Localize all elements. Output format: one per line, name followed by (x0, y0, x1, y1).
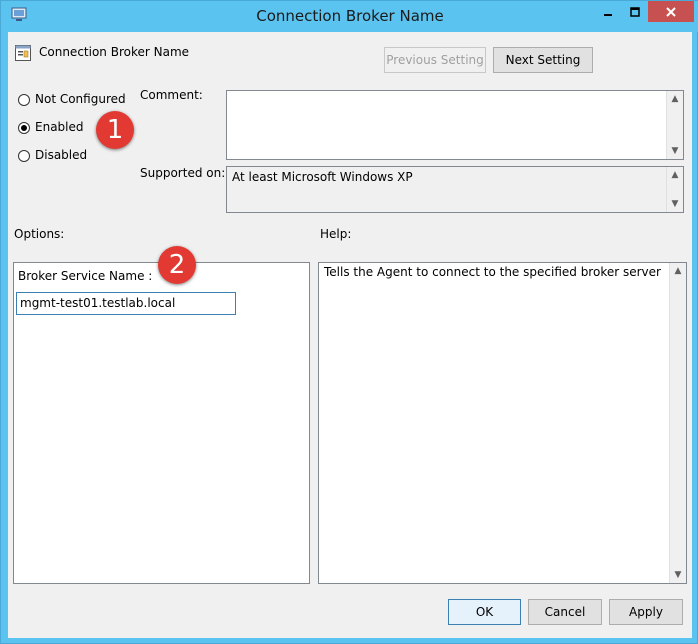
scroll-down-icon[interactable]: ▼ (667, 143, 683, 159)
close-icon (666, 6, 676, 17)
previous-setting-button[interactable]: Previous Setting (384, 47, 486, 73)
supported-on-value: At least Microsoft Windows XP (232, 170, 413, 184)
annotation-badge-1: 1 (96, 111, 134, 149)
scroll-up-icon[interactable]: ▲ (667, 167, 683, 183)
minimize-button[interactable] (594, 1, 621, 22)
maximize-button[interactable] (621, 1, 648, 22)
ok-button[interactable]: OK (448, 599, 521, 625)
cancel-button[interactable]: Cancel (528, 599, 602, 625)
scroll-up-icon[interactable]: ▲ (667, 91, 683, 107)
title-bar[interactable]: Connection Broker Name (1, 1, 698, 32)
minimize-icon (603, 13, 612, 16)
supported-scrollbar[interactable]: ▲ ▼ (666, 167, 683, 212)
close-button[interactable] (648, 1, 694, 22)
enabled-label[interactable]: Enabled (35, 120, 84, 134)
comment-value (227, 91, 683, 97)
help-label: Help: (320, 227, 352, 241)
broker-service-name-input[interactable]: mgmt-test01.testlab.local (16, 292, 236, 315)
policy-name: Connection Broker Name (39, 45, 190, 59)
disabled-label[interactable]: Disabled (35, 148, 87, 162)
enabled-radio[interactable] (18, 122, 30, 134)
dialog-body: Connection Broker Name Previous Setting … (8, 32, 692, 638)
maximize-icon (629, 6, 640, 17)
scroll-down-icon[interactable]: ▼ (667, 196, 683, 212)
not-configured-radio[interactable] (18, 94, 30, 106)
policy-setting-icon (15, 45, 31, 61)
not-configured-label[interactable]: Not Configured (35, 92, 126, 106)
comment-label: Comment: (140, 88, 203, 102)
scroll-up-icon[interactable]: ▲ (670, 263, 686, 279)
help-text: Tells the Agent to connect to the specif… (324, 265, 661, 279)
comment-textarea[interactable]: ▲ ▼ (226, 90, 684, 160)
help-scrollbar[interactable]: ▲ ▼ (669, 263, 686, 583)
next-setting-button[interactable]: Next Setting (493, 47, 593, 73)
comment-scrollbar[interactable]: ▲ ▼ (666, 91, 683, 159)
scroll-down-icon[interactable]: ▼ (670, 567, 686, 583)
help-pane: Tells the Agent to connect to the specif… (318, 262, 687, 584)
supported-on-label: Supported on: (140, 166, 226, 180)
annotation-badge-2: 2 (158, 246, 196, 284)
policy-dialog: Connection Broker Name Connection Broker… (0, 0, 698, 644)
supported-on-box: At least Microsoft Windows XP ▲ ▼ (226, 166, 684, 213)
options-label: Options: (14, 227, 65, 241)
disabled-radio[interactable] (18, 150, 30, 162)
broker-service-name-label: Broker Service Name : (18, 269, 153, 283)
apply-button[interactable]: Apply (609, 599, 683, 625)
